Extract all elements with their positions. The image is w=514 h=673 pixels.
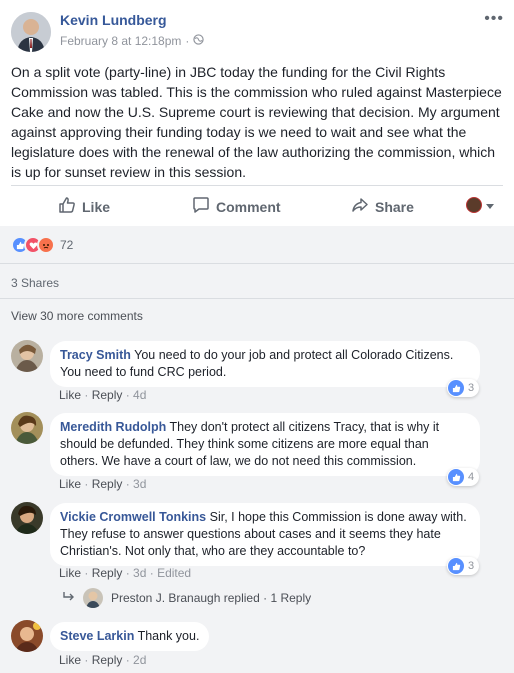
comment-like-count: 3 xyxy=(468,382,475,394)
comment-like-badge[interactable]: 4 xyxy=(447,468,480,486)
author-avatar[interactable] xyxy=(11,12,51,52)
post-timestamp[interactable]: February 8 at 12:18pm xyxy=(60,34,181,48)
comment-reply-link[interactable]: Reply xyxy=(92,388,123,402)
comment-bubble: Vickie Cromwell Tonkins Sir, I hope this… xyxy=(50,503,480,566)
view-more-comments-link[interactable]: View 30 more comments xyxy=(11,309,143,323)
comment-bubble: Meredith Rudolph They don't protect all … xyxy=(50,413,480,476)
like-button[interactable]: Like xyxy=(58,196,110,217)
divider xyxy=(0,298,514,299)
more-options-icon[interactable]: ••• xyxy=(484,10,504,28)
reply-arrow-icon xyxy=(63,591,75,605)
comment-button[interactable]: Comment xyxy=(192,196,281,217)
comment-bubble: Tracy Smith You need to do your job and … xyxy=(50,341,480,387)
commenter-avatar[interactable] xyxy=(11,412,43,444)
commenter-avatar[interactable] xyxy=(11,620,43,652)
commenter-name[interactable]: Meredith Rudolph xyxy=(60,420,166,434)
reaction-count: 72 xyxy=(60,238,74,252)
comment-edited-label[interactable]: Edited xyxy=(157,566,191,580)
chevron-down-icon xyxy=(486,197,494,213)
comment-reply-link[interactable]: Reply xyxy=(92,477,123,491)
comment-time[interactable]: 2d xyxy=(133,653,146,667)
globe-icon xyxy=(193,34,205,48)
comment-like-badge[interactable]: 3 xyxy=(447,379,480,397)
replied-label: replied xyxy=(223,591,260,605)
replier-avatar xyxy=(83,588,103,608)
reaction-selector[interactable] xyxy=(466,197,494,213)
like-label: Like xyxy=(82,198,111,215)
shares-count[interactable]: 3 Shares xyxy=(11,276,59,290)
post-meta: February 8 at 12:18pm · xyxy=(60,34,205,48)
comment-text: Thank you. xyxy=(137,629,200,643)
thumbs-up-icon xyxy=(58,196,76,217)
comment-like-badge[interactable]: 3 xyxy=(447,557,480,575)
comment-like-link[interactable]: Like xyxy=(59,388,81,402)
commenter-avatar[interactable] xyxy=(11,340,43,372)
comment-reply-link[interactable]: Reply xyxy=(92,653,123,667)
comment-icon xyxy=(192,196,210,217)
reply-count: 1 Reply xyxy=(270,591,312,605)
comment-actions: Like · Reply · 2d xyxy=(59,653,147,667)
commenter-name[interactable]: Tracy Smith xyxy=(60,348,131,362)
like-icon xyxy=(448,469,464,485)
author-name[interactable]: Kevin Lundberg xyxy=(60,12,167,28)
comment-reply-link[interactable]: Reply xyxy=(92,566,123,580)
comment-time[interactable]: 4d xyxy=(133,388,146,402)
share-label: Share xyxy=(375,198,414,215)
angry-reaction-icon xyxy=(37,236,55,254)
comment-like-link[interactable]: Like xyxy=(59,477,81,491)
reactions-summary[interactable]: 72 xyxy=(11,236,73,254)
commenter-avatar[interactable] xyxy=(11,502,43,534)
post-card: Kevin Lundberg February 8 at 12:18pm · •… xyxy=(0,0,514,226)
comment-time[interactable]: 3d xyxy=(133,566,146,580)
comment-like-count: 3 xyxy=(468,560,475,572)
comment-like-count: 4 xyxy=(468,471,475,483)
comment-actions: Like · Reply · 3d xyxy=(59,477,147,491)
share-icon xyxy=(351,196,369,217)
post-text: On a split vote (party-line) in JBC toda… xyxy=(11,64,502,180)
commenter-name[interactable]: Vickie Cromwell Tonkins xyxy=(60,510,206,524)
like-icon xyxy=(448,558,464,574)
comment-bubble: Steve Larkin Thank you. xyxy=(50,622,210,651)
comment-time[interactable]: 3d xyxy=(133,477,146,491)
post-actions: Like Comment Share xyxy=(0,186,514,224)
commenter-name[interactable]: Steve Larkin xyxy=(60,629,134,643)
divider xyxy=(0,263,514,264)
comment-like-link[interactable]: Like xyxy=(59,653,81,667)
comment-actions: Like · Reply · 4d xyxy=(59,388,147,402)
replier-name: Preston J. Branaugh xyxy=(111,591,221,605)
like-icon xyxy=(448,380,464,396)
replies-link[interactable]: Preston J. Branaugh replied · 1 Reply xyxy=(63,588,311,608)
share-button[interactable]: Share xyxy=(351,196,414,217)
comment-label: Comment xyxy=(216,198,281,215)
comment-actions: Like · Reply · 3d · Edited xyxy=(59,566,192,580)
comment-like-link[interactable]: Like xyxy=(59,566,81,580)
user-avatar-small xyxy=(466,197,482,213)
